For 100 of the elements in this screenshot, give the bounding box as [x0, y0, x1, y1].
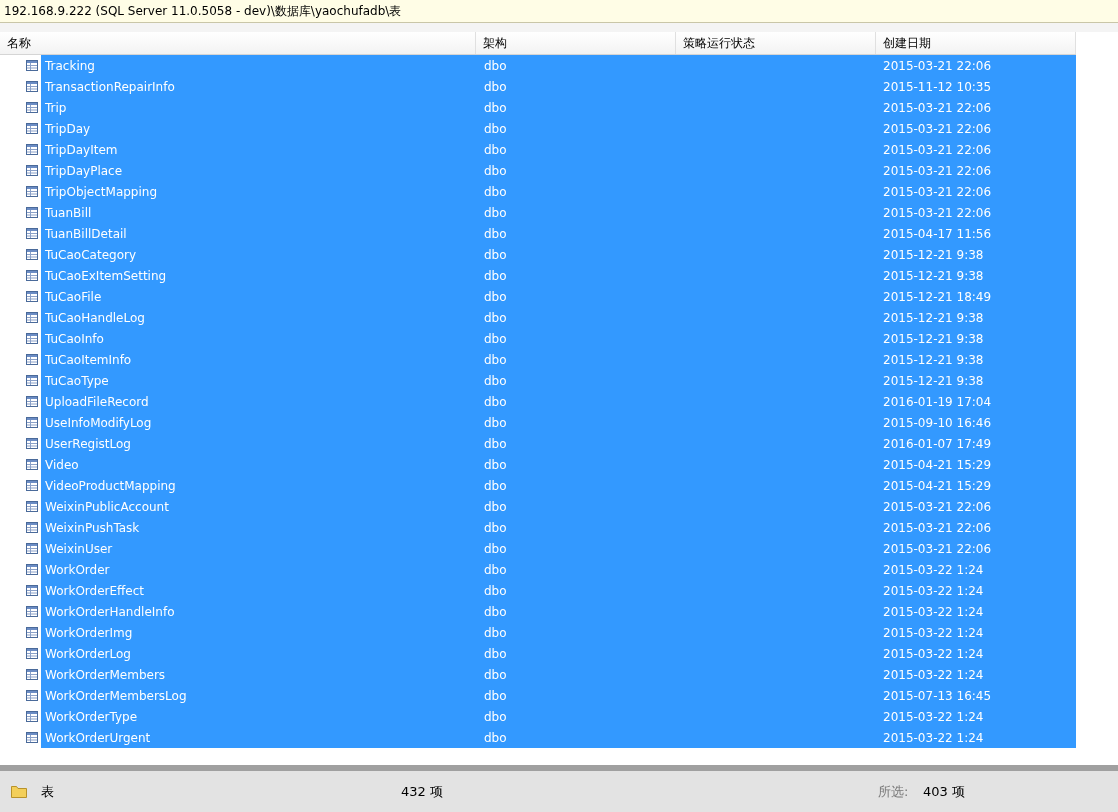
date-cell: 2015-12-21 9:38 [883, 268, 984, 283]
name-cell-text: WeixinUser [45, 541, 114, 556]
schema-cell-text: dbo [484, 541, 508, 556]
name-cell-text: UseInfoModifyLog [45, 415, 153, 430]
date-cell: 2015-03-22 1:24 [883, 646, 984, 661]
table-row[interactable]: UserRegistLog dbo 2016-01-07 17:49 [41, 433, 1076, 454]
table-row[interactable]: TuanBill dbo 2015-03-21 22:06 [41, 202, 1076, 223]
schema-cell-text: dbo [484, 310, 508, 325]
table-row[interactable]: WorkOrder dbo 2015-03-22 1:24 [41, 559, 1076, 580]
table-row[interactable]: Video dbo 2015-04-21 15:29 [41, 454, 1076, 475]
schema-cell-text: dbo [484, 58, 508, 73]
table-row[interactable]: TuCaoInfo dbo 2015-12-21 9:38 [41, 328, 1076, 349]
table-icon [26, 102, 38, 113]
table-icon [26, 186, 38, 197]
schema-cell-text: dbo [484, 268, 508, 283]
table-icon [26, 585, 38, 596]
table-row[interactable]: TuCaoItemInfo dbo 2015-12-21 9:38 [41, 349, 1076, 370]
column-header[interactable]: 创建日期 [876, 32, 1076, 54]
name-cell-text: UploadFileRecord [45, 394, 150, 409]
date-cell: 2015-03-22 1:24 [883, 730, 984, 745]
item-count: 432 项 [401, 782, 444, 801]
schema-cell-text: dbo [484, 247, 508, 262]
table-row[interactable]: TripObjectMapping dbo 2015-03-21 22:06 [41, 181, 1076, 202]
selected-count: 403 项 [923, 782, 965, 801]
name-cell-text: TripDayPlace [45, 163, 124, 178]
table-row[interactable]: TuCaoCategory dbo 2015-12-21 9:38 [41, 244, 1076, 265]
name-cell-text: WeixinPushTask [45, 520, 141, 535]
table-row[interactable]: TripDay dbo 2015-03-21 22:06 [41, 118, 1076, 139]
table-row[interactable]: TransactionRepairInfo dbo 2015-11-12 10:35 [41, 76, 1076, 97]
table-icon [26, 627, 38, 638]
table-row[interactable]: WorkOrderHandleInfo dbo 2015-03-22 1:24 [41, 601, 1076, 622]
date-cell: 2015-12-21 9:38 [883, 331, 984, 346]
table-row[interactable]: Trip dbo 2015-03-21 22:06 [41, 97, 1076, 118]
table-row[interactable]: TuCaoExItemSetting dbo 2015-12-21 9:38 [41, 265, 1076, 286]
table-icon [26, 312, 38, 323]
table-row[interactable]: TripDayPlace dbo 2015-03-21 22:06 [41, 160, 1076, 181]
schema-cell-text: dbo [484, 730, 508, 745]
schema-cell-text: dbo [484, 121, 508, 136]
name-cell-text: WorkOrderImg [45, 625, 134, 640]
table-icon [26, 543, 38, 554]
table-icon [26, 249, 38, 260]
table-icon [26, 522, 38, 533]
table-row[interactable]: WorkOrderLog dbo 2015-03-22 1:24 [41, 643, 1076, 664]
table-row[interactable]: WorkOrderMembersLog dbo 2015-07-13 16:45 [41, 685, 1076, 706]
schema-cell-text: dbo [484, 688, 508, 703]
table-row[interactable]: TripDayItem dbo 2015-03-21 22:06 [41, 139, 1076, 160]
path-text: 192.168.9.222 (SQL Server 11.0.5058 - dev)\数据库\yaochufadb\表 [4, 2, 402, 20]
table-icon [26, 732, 38, 743]
name-cell-text: Video [45, 457, 80, 472]
date-cell: 2015-03-21 22:06 [883, 499, 992, 514]
table-icon [26, 228, 38, 239]
table-row[interactable]: WeixinUser dbo 2015-03-21 22:06 [41, 538, 1076, 559]
date-cell: 2015-12-21 9:38 [883, 247, 984, 262]
table-icon [26, 501, 38, 512]
table-row[interactable]: Tracking dbo 2015-03-21 22:06 [41, 55, 1076, 76]
column-header[interactable]: 策略运行状态 [676, 32, 876, 54]
date-cell: 2015-03-21 22:06 [883, 100, 992, 115]
date-cell: 2015-12-21 9:38 [883, 373, 984, 388]
table-row[interactable]: WorkOrderMembers dbo 2015-03-22 1:24 [41, 664, 1076, 685]
date-cell: 2015-03-22 1:24 [883, 604, 984, 619]
table-row[interactable]: UseInfoModifyLog dbo 2015-09-10 16:46 [41, 412, 1076, 433]
schema-cell-text: dbo [484, 436, 508, 451]
column-header[interactable]: 名称 [0, 32, 476, 54]
table-row[interactable]: WorkOrderImg dbo 2015-03-22 1:24 [41, 622, 1076, 643]
name-cell-text: TuanBillDetail [45, 226, 128, 241]
schema-cell-text: dbo [484, 352, 508, 367]
schema-cell-text: dbo [484, 499, 508, 514]
schema-cell-text: dbo [484, 709, 508, 724]
date-cell: 2015-04-21 15:29 [883, 478, 992, 493]
date-cell: 2015-03-22 1:24 [883, 583, 984, 598]
table-icon [26, 207, 38, 218]
column-header[interactable]: 架构 [476, 32, 676, 54]
table-row[interactable]: WorkOrderUrgent dbo 2015-03-22 1:24 [41, 727, 1076, 748]
name-cell-text: TuanBill [45, 205, 93, 220]
schema-cell-text: dbo [484, 667, 508, 682]
date-cell: 2015-12-21 9:38 [883, 310, 984, 325]
date-cell: 2015-07-13 16:45 [883, 688, 992, 703]
table-row[interactable]: TuanBillDetail dbo 2015-04-17 11:56 [41, 223, 1076, 244]
schema-cell-text: dbo [484, 289, 508, 304]
date-cell: 2016-01-07 17:49 [883, 436, 992, 451]
schema-cell-text: dbo [484, 394, 508, 409]
table-row[interactable]: UploadFileRecord dbo 2016-01-19 17:04 [41, 391, 1076, 412]
schema-cell-text: dbo [484, 205, 508, 220]
date-cell: 2015-03-21 22:06 [883, 142, 992, 157]
schema-cell-text: dbo [484, 163, 508, 178]
date-cell: 2015-03-21 22:06 [883, 184, 992, 199]
table-row[interactable]: WorkOrderEffect dbo 2015-03-22 1:24 [41, 580, 1076, 601]
table-row[interactable]: TuCaoType dbo 2015-12-21 9:38 [41, 370, 1076, 391]
table-icon [26, 669, 38, 680]
table-row[interactable]: TuCaoHandleLog dbo 2015-12-21 9:38 [41, 307, 1076, 328]
table-row[interactable]: VideoProductMapping dbo 2015-04-21 15:29 [41, 475, 1076, 496]
table-row[interactable]: WeixinPublicAccount dbo 2015-03-21 22:06 [41, 496, 1076, 517]
table-icon [26, 123, 38, 134]
date-cell: 2015-03-21 22:06 [883, 205, 992, 220]
table-icon [26, 606, 38, 617]
table-row[interactable]: TuCaoFile dbo 2015-12-21 18:49 [41, 286, 1076, 307]
table-row[interactable]: WorkOrderType dbo 2015-03-22 1:24 [41, 706, 1076, 727]
table-row[interactable]: WeixinPushTask dbo 2015-03-21 22:06 [41, 517, 1076, 538]
date-cell: 2015-11-12 10:35 [883, 79, 992, 94]
name-cell-text: TuCaoExItemSetting [45, 268, 168, 283]
